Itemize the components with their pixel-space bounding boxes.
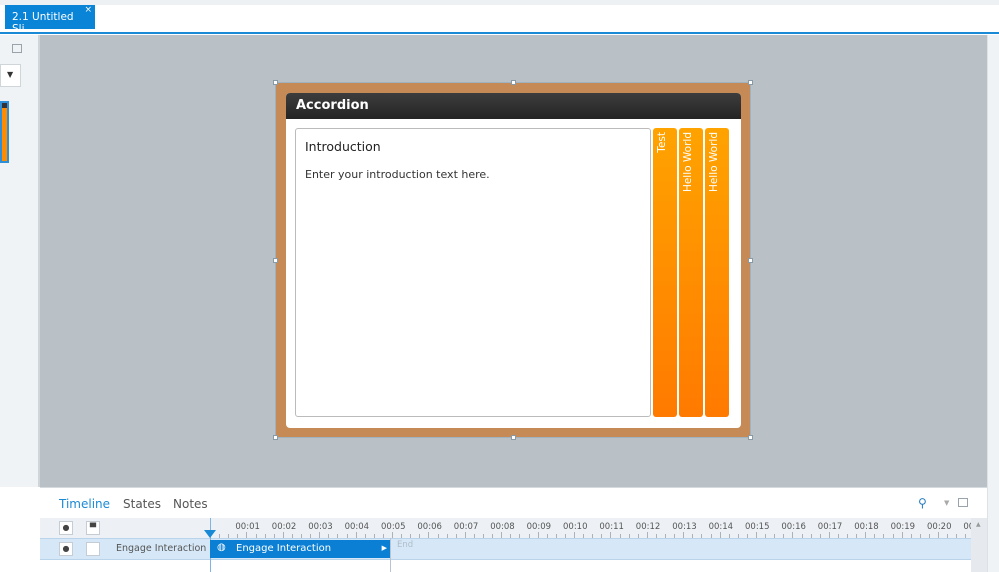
accordion-tab-test[interactable]: Test (653, 128, 677, 417)
end-line (390, 538, 391, 572)
tab-timeline[interactable]: Timeline (59, 497, 110, 511)
accordion-panel: Accordion Introduction Enter your introd… (286, 93, 741, 428)
accordion-tab-hello-world-1[interactable]: Hello World (679, 128, 703, 417)
timeline-ruler[interactable]: ● ▀ 00:01 00:02 00:03 00:04 00:05 00:06 00:07 0… (40, 518, 974, 538)
ruler-tick-label: 00:01 (235, 522, 260, 532)
timeline-bar[interactable]: ◍ Engage Interaction ▶ (210, 540, 390, 558)
timeline-track-row[interactable]: ● Engage Interaction 1 End (40, 538, 971, 560)
ruler-tick-label: 00:16 (781, 522, 806, 532)
slide-thumbnail[interactable] (0, 101, 9, 163)
ruler-tick-label: 00:12 (635, 522, 661, 532)
expand-arrow-icon[interactable]: ▶ (382, 544, 387, 552)
ruler-tick-label: 00:05 (381, 522, 406, 532)
ruler-tick-label: 00:17 (817, 522, 843, 532)
accordion-content: Introduction Enter your introduction tex… (295, 128, 651, 417)
ruler-tick-label: 00:11 (599, 522, 624, 532)
ruler-tick-label: 00:03 (308, 522, 333, 532)
resize-handle[interactable] (748, 258, 753, 263)
tab-states[interactable]: States (123, 497, 161, 511)
resize-handle[interactable] (511, 80, 516, 85)
ruler-tick-label: 00:18 (854, 522, 879, 532)
ruler-tick-label: 00:19 (890, 522, 916, 532)
interaction-icon: ◍ (217, 542, 226, 553)
ruler-tick-label: 00:20 (927, 522, 952, 532)
timeline-zoom-icon[interactable]: ⚲ (918, 496, 927, 510)
ruler-tick-label: 00:15 (745, 522, 770, 532)
end-marker: End (397, 540, 414, 550)
ruler-tick-label: 00:10 (563, 522, 588, 532)
tab-notes[interactable]: Notes (173, 497, 208, 511)
ruler-tick-label: 00:06 (417, 522, 442, 532)
restore-icon[interactable] (12, 44, 22, 53)
eye-icon[interactable]: ● (59, 521, 73, 535)
scroll-up-icon[interactable]: ▲ (976, 521, 981, 528)
resize-handle[interactable] (511, 435, 516, 440)
resize-handle[interactable] (748, 435, 753, 440)
ruler-tick-label: 00:04 (344, 522, 370, 532)
eye-icon[interactable]: ● (59, 542, 73, 556)
accordion-tab-hello-world-2[interactable]: Hello World (705, 128, 729, 417)
tab-label: Hello World (708, 132, 720, 193)
lock-checkbox[interactable] (86, 542, 100, 556)
resize-handle[interactable] (748, 80, 753, 85)
content-text: Enter your introduction text here. (305, 168, 490, 181)
bar-label: Engage Interaction (236, 543, 332, 554)
dropdown-arrow-icon[interactable]: ▼ (944, 499, 949, 507)
ruler-tick-label: 00:09 (526, 522, 552, 532)
tab-label: Test (656, 132, 668, 153)
tab-label: Hello World (682, 132, 694, 193)
accordion-title: Accordion (286, 93, 741, 119)
resize-handle[interactable] (273, 435, 278, 440)
resize-handle[interactable] (273, 258, 278, 263)
timeline-scrollbar[interactable]: ▲ (971, 518, 987, 572)
ruler-tick-label: 00:08 (490, 522, 515, 532)
accordion-interaction[interactable]: Accordion Introduction Enter your introd… (273, 80, 753, 440)
properties-panel (987, 35, 999, 572)
lock-icon[interactable]: ▀ (86, 521, 100, 535)
restore-icon[interactable] (958, 498, 968, 507)
filmstrip-panel: ▼ (0, 35, 40, 487)
ruler-tick-label: 00:07 (453, 522, 479, 532)
dropdown-arrow-icon[interactable]: ▼ (0, 64, 21, 87)
ruler-tick-label: 00:02 (271, 522, 297, 532)
track-name: Engage Interaction 1 (116, 543, 216, 554)
ruler-tick-label: 00:13 (672, 522, 697, 532)
ruler-tick-label: 00:14 (708, 522, 734, 532)
document-tab[interactable]: 2.1 Untitled Sli... × (5, 5, 95, 35)
document-tab-bar (0, 5, 999, 34)
playhead-icon[interactable] (204, 530, 216, 538)
resize-handle[interactable] (273, 80, 278, 85)
content-title: Introduction (305, 139, 381, 154)
close-tab-icon[interactable]: × (84, 5, 92, 15)
